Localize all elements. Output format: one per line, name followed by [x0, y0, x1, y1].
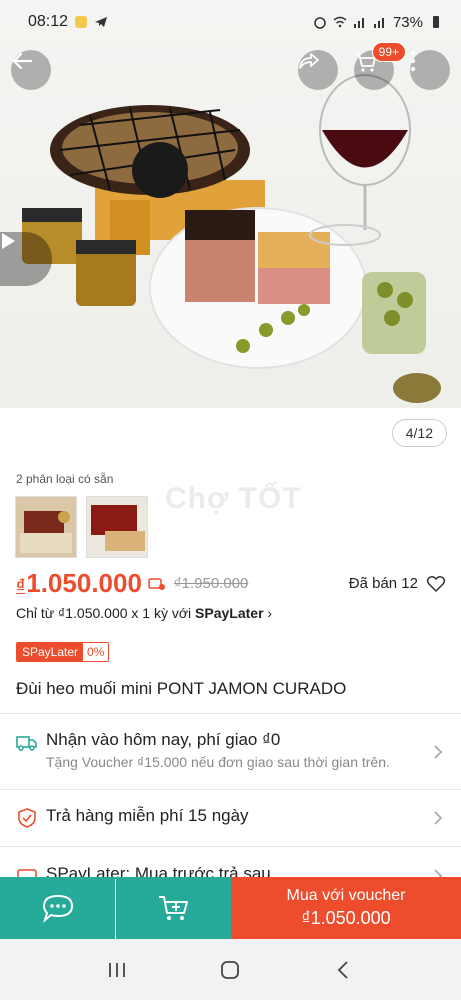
- divider: [0, 846, 461, 847]
- heart-icon[interactable]: [426, 574, 446, 594]
- shipping-main-text: Nhận vào hôm nay, phí giao ₫0: [46, 730, 281, 749]
- cart-button[interactable]: 99+: [354, 42, 406, 90]
- play-video-button[interactable]: [0, 232, 52, 286]
- variants-label: 2 phân loại có sẵn: [16, 472, 114, 486]
- cart-badge: 99+: [371, 42, 406, 62]
- signal-icon: [353, 18, 364, 28]
- price-row: ₫ 1.050.000 ₫1.950.000 Đã bán 12: [16, 568, 446, 599]
- wifi-icon: [333, 16, 347, 28]
- currency-symbol: ₫: [16, 576, 26, 596]
- recent-apps-icon[interactable]: [105, 958, 129, 982]
- variant-thumbnail-2[interactable]: [86, 496, 148, 558]
- shield-check-icon: [18, 808, 36, 828]
- variant-image-2: [87, 497, 147, 557]
- signal-icon-2: [373, 18, 384, 28]
- variant-image-1: [16, 497, 76, 557]
- status-time: 08:12: [28, 13, 69, 30]
- add-to-cart-button[interactable]: [116, 877, 231, 939]
- buy-button-price: ₫1.050.000: [301, 908, 391, 928]
- battery-percent: 73%: [392, 13, 423, 31]
- share-icon: [299, 53, 319, 69]
- home-icon[interactable]: [218, 958, 242, 982]
- alarm-icon: [314, 17, 326, 29]
- truck-icon: [16, 736, 37, 751]
- chevron-right-icon: [434, 811, 443, 825]
- status-bar: 08:12 73%: [0, 0, 461, 44]
- arrow-left-icon: [12, 52, 33, 70]
- system-nav-bar: [0, 939, 461, 1000]
- chevron-right-icon: [434, 745, 443, 759]
- divider: [0, 713, 461, 714]
- add-to-cart-icon: [158, 896, 188, 920]
- returns-row[interactable]: Trả hàng miễn phí 15 ngày: [0, 806, 461, 829]
- sold-count: Đã bán 12: [348, 575, 418, 592]
- price-value: 1.050.000: [26, 568, 142, 598]
- bottom-action-bar: Mua với voucher ₫1.050.000: [0, 877, 461, 939]
- returns-text: Trả hàng miễn phí 15 ngày: [46, 806, 249, 825]
- more-vertical-icon: [410, 50, 416, 72]
- buy-button-label: Mua với voucher: [286, 887, 406, 904]
- installment-brand: SPayLater: [195, 605, 264, 621]
- back-button[interactable]: [11, 50, 51, 90]
- back-nav-icon[interactable]: [332, 958, 356, 982]
- chat-button[interactable]: [0, 877, 115, 939]
- spaylater-tag-rate: 0%: [83, 643, 109, 661]
- spaylater-tag: SPayLater 0%: [16, 642, 110, 662]
- chat-icon: [42, 894, 73, 923]
- installment-info[interactable]: Chỉ từ ₫1.050.000 x 1 kỳ với SPayLater ›: [16, 605, 272, 621]
- current-price: ₫ 1.050.000: [16, 568, 142, 599]
- variant-thumbnail-1[interactable]: [15, 496, 77, 558]
- notification-app-icon: [75, 16, 88, 28]
- buy-with-voucher-button[interactable]: Mua với voucher ₫1.050.000: [231, 877, 461, 939]
- battery-icon: [433, 16, 439, 28]
- installment-text: Chỉ từ ₫1.050.000 x 1 kỳ với: [16, 605, 196, 621]
- image-counter: 4/12: [391, 419, 447, 447]
- telegram-icon: [95, 17, 108, 27]
- product-image-carousel[interactable]: 99+: [0, 0, 461, 408]
- divider: [0, 789, 461, 790]
- product-title: Đùi heo muối mini PONT JAMON CURADO: [16, 679, 347, 698]
- original-price: ₫1.950.000: [173, 575, 249, 592]
- more-options-button[interactable]: [410, 50, 450, 90]
- spaylater-badge-icon: [148, 577, 165, 590]
- share-button[interactable]: [298, 50, 338, 90]
- shipping-sub-text: Tặng Voucher ₫15.000 nếu đơn giao sau th…: [46, 754, 390, 770]
- shipping-row[interactable]: Nhận vào hôm nay, phí giao ₫0 Tặng Vouch…: [0, 730, 461, 770]
- installment-arrow: ›: [267, 605, 273, 621]
- spaylater-tag-name: SPayLater: [17, 643, 84, 661]
- watermark: Chợ TỐT: [165, 482, 302, 515]
- play-icon: [2, 233, 15, 249]
